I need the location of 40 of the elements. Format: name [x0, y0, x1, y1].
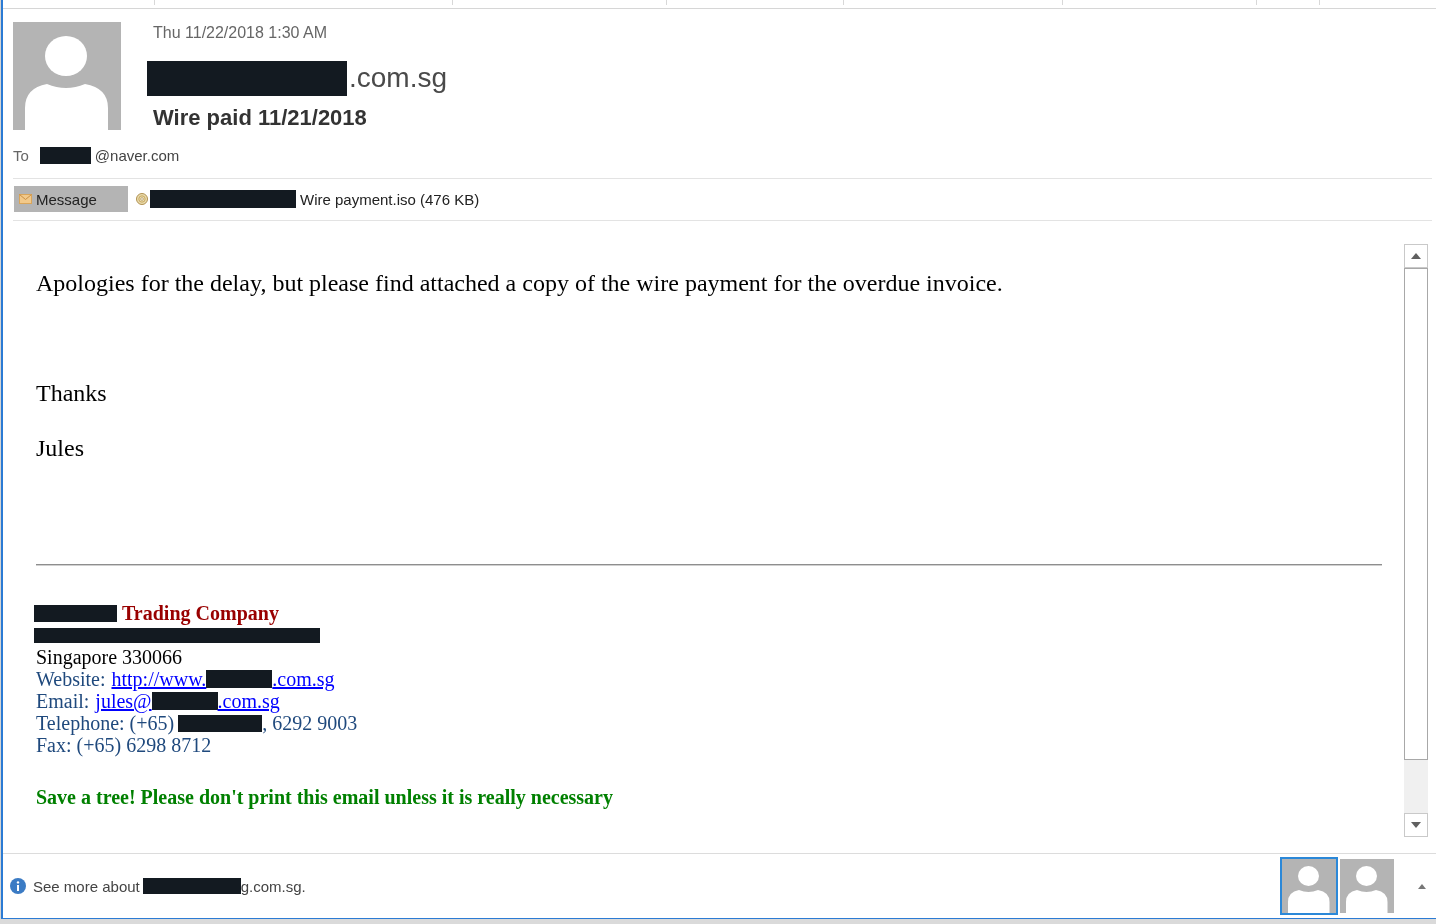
scroll-up-button[interactable] [1404, 244, 1428, 268]
avatar-icon[interactable] [1280, 857, 1338, 915]
contact-label: Website: [36, 668, 106, 690]
contact-label: Telephone: (+65) [36, 712, 175, 734]
scroll-down-button[interactable] [1404, 813, 1428, 837]
sender-address: .com.sg [349, 61, 448, 95]
redaction-bar [206, 670, 273, 688]
email-link[interactable]: .com.sg [217, 690, 280, 712]
avatar-icon [13, 22, 121, 130]
to-label: To [13, 146, 29, 164]
date-text: Thu 11/22/2018 1:30 AM [153, 23, 328, 43]
disc-icon [136, 193, 148, 205]
message-button[interactable]: Message [14, 186, 128, 212]
email-link[interactable]: jules@ [95, 690, 152, 712]
website-link[interactable]: .com.sg [272, 668, 335, 690]
phone-number: , 6292 9003 [262, 712, 358, 734]
caret-up-icon[interactable] [1418, 883, 1426, 889]
caret-up-icon [1411, 253, 1421, 259]
body-text: Apologies for the delay, but please find attached a copy of the wire payment for the overdue invoice. [36, 269, 1004, 297]
scrollbar-thumb[interactable] [1404, 268, 1428, 760]
fax-number: Fax: (+65) 6298 8712 [36, 734, 212, 756]
recipient-address: @naver.com [94, 146, 180, 164]
info-icon [10, 878, 26, 894]
scrollbar[interactable] [1404, 244, 1428, 837]
redaction-bar [151, 692, 218, 710]
website-link[interactable]: http://www. [111, 668, 207, 690]
body-text: Thanks [36, 379, 108, 407]
redaction-bar [39, 146, 91, 164]
attachment-button[interactable]: Wire payment.iso (476 KB) [136, 186, 484, 212]
avatar-icon[interactable] [1340, 859, 1394, 913]
signature-note: Save a tree! Please don't print this email unless it is really necessary [36, 786, 613, 808]
envelope-icon [19, 194, 32, 204]
see-more-text: g.com.sg. [240, 877, 306, 895]
caret-down-icon [1411, 822, 1421, 828]
company-name: Trading Company [122, 602, 279, 624]
body-text: Jules [36, 434, 85, 462]
see-more-text: See more about [33, 877, 140, 895]
subject-text: Wire paid 11/21/2018 [153, 104, 367, 132]
address-text: Singapore 330066 [36, 646, 183, 668]
contact-label: Email: [36, 690, 90, 712]
